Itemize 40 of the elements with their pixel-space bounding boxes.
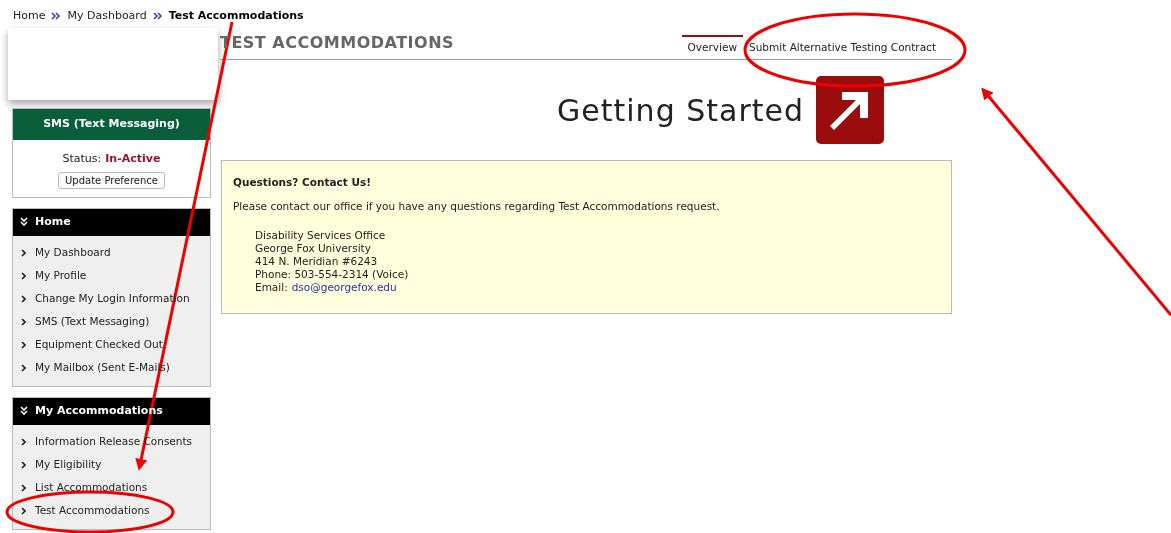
address-line: Phone: 503-554-2314 (Voice) [255, 267, 410, 281]
address-line: 414 N. Meridian #6243 [255, 254, 379, 268]
chevron-icon [21, 364, 26, 372]
tab[interactable]: Submit Alternative Testing Contract [743, 35, 942, 59]
double-chevron-icon [20, 217, 28, 227]
panel-header: SMS (Text Messaging) [13, 109, 210, 140]
menu-item[interactable]: List Accommodations [35, 480, 148, 496]
double-chevron-icon [152, 12, 163, 20]
breadcrumb-link[interactable]: My Dashboard [67, 7, 147, 25]
chevron-icon [21, 341, 26, 349]
double-chevron-icon [51, 12, 62, 20]
menu-item[interactable]: My Profile [35, 268, 87, 284]
breadcrumb-current: Test Accommodations [168, 7, 304, 24]
tab[interactable]: Overview [681, 35, 744, 59]
update-button[interactable]: Update Preference [58, 171, 165, 189]
panel-header: Home [35, 213, 71, 230]
breadcrumb-link[interactable]: Home [13, 7, 46, 25]
address-line: George Fox University [255, 241, 372, 255]
chevron-icon [21, 461, 26, 469]
double-chevron-icon [20, 406, 28, 416]
status-label: Status: [62, 151, 102, 167]
menu-item[interactable]: My Dashboard [35, 245, 111, 261]
menu-item[interactable]: My Eligibility [35, 457, 102, 473]
chevron-icon [21, 438, 26, 446]
status-value: In-Active [105, 151, 161, 167]
address-line: Disability Services Office [255, 228, 387, 242]
banner-title: Getting Started [557, 91, 804, 130]
email-label: Email: [255, 280, 288, 294]
menu-item[interactable]: Equipment Checked Out [35, 337, 163, 353]
contact-intro: Please contact our office if you have any questions regarding Test Accommodations request. [233, 198, 721, 214]
chevron-icon [21, 318, 26, 326]
contact-heading: Questions? Contact Us! [233, 175, 373, 190]
menu-item[interactable]: SMS (Text Messaging) [35, 314, 150, 330]
chevron-icon [21, 272, 26, 280]
chevron-icon [21, 295, 26, 303]
email-link[interactable]: dso@georgefox.edu [291, 280, 397, 294]
menu-item[interactable]: Test Accommodations [35, 503, 150, 519]
chevron-icon [21, 249, 26, 257]
chevron-icon [21, 507, 26, 515]
chevron-icon [21, 484, 26, 492]
